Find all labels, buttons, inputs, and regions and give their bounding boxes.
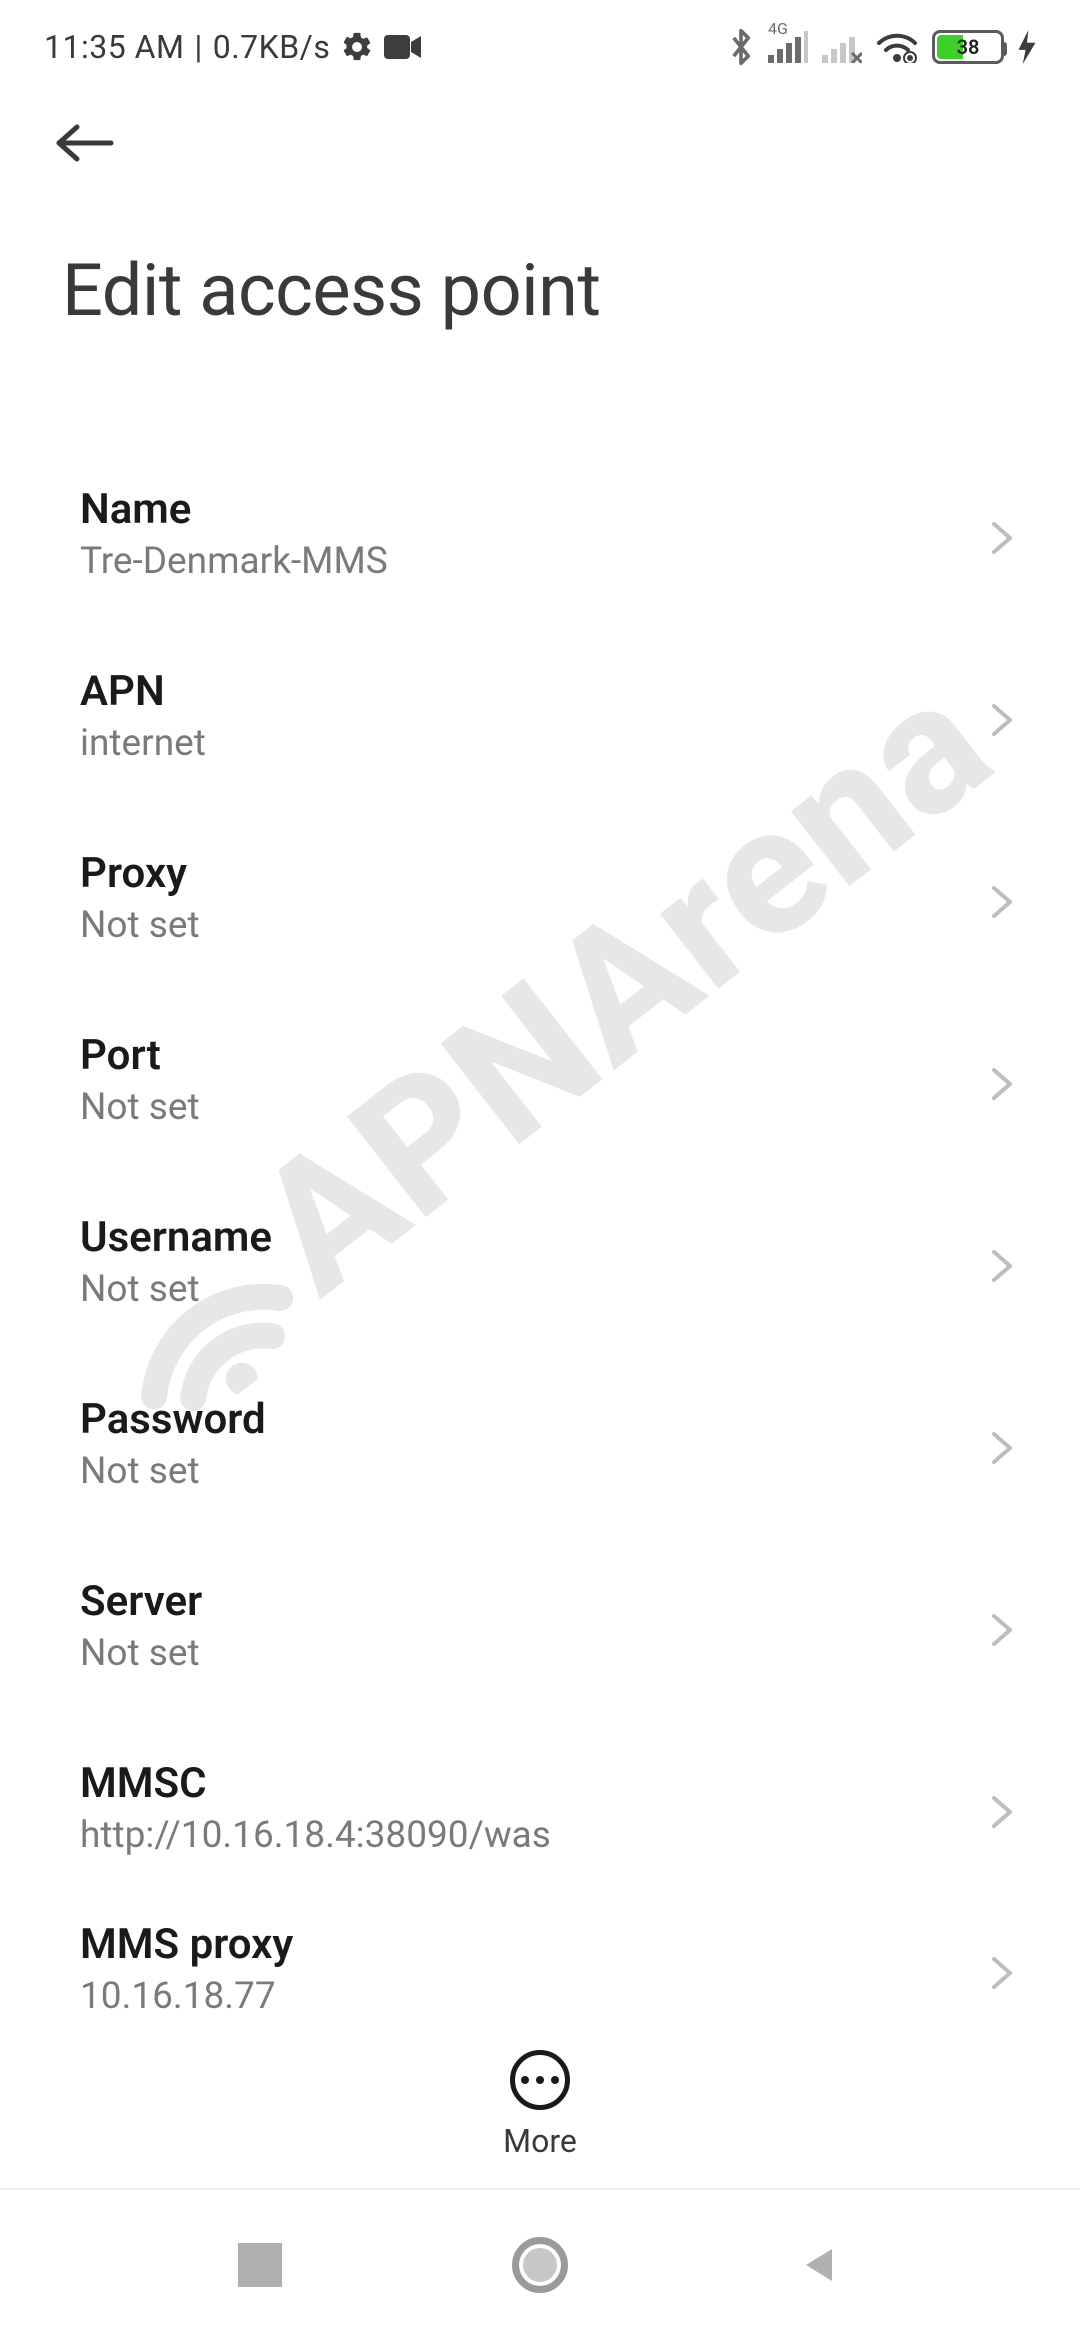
setting-value: http://10.16.18.4:38090/was	[80, 1814, 551, 1857]
chevron-right-icon	[988, 1428, 1020, 1460]
more-label: More	[503, 2122, 577, 2160]
network-4g-label: 4G	[768, 19, 788, 38]
setting-row-port[interactable]: Port Not set	[0, 989, 1080, 1171]
status-divider: |	[194, 28, 202, 66]
nav-back-button[interactable]	[790, 2235, 850, 2295]
chevron-right-icon	[988, 882, 1020, 914]
setting-row-username[interactable]: Username Not set	[0, 1171, 1080, 1353]
setting-label: MMSC	[80, 1759, 551, 1808]
setting-row-mmsc[interactable]: MMSC http://10.16.18.4:38090/was	[0, 1717, 1080, 1899]
nav-home-button[interactable]	[510, 2235, 570, 2295]
chevron-right-icon	[988, 1792, 1020, 1824]
more-menu[interactable]: More	[0, 2050, 1080, 2160]
setting-row-proxy[interactable]: Proxy Not set	[0, 807, 1080, 989]
setting-value: Not set	[80, 904, 200, 947]
chevron-right-icon	[988, 1953, 1020, 1985]
arrow-left-icon	[53, 121, 117, 165]
wifi-icon	[876, 31, 918, 63]
setting-label: Username	[80, 1213, 272, 1262]
chevron-right-icon	[988, 1246, 1020, 1278]
setting-row-apn[interactable]: APN internet	[0, 625, 1080, 807]
signal-no-sim-icon	[822, 31, 862, 63]
more-dots-icon	[510, 2050, 570, 2110]
nav-recents-button[interactable]	[230, 2235, 290, 2295]
charging-bolt-icon	[1018, 30, 1036, 64]
setting-label: Password	[80, 1395, 266, 1444]
video-camera-icon	[384, 33, 422, 61]
setting-label: APN	[80, 667, 206, 716]
header: Edit access point	[0, 78, 1080, 333]
setting-value: Not set	[80, 1086, 200, 1129]
settings-list: Name Tre-Denmark-MMS APN internet Proxy …	[0, 443, 1080, 2039]
battery-icon: 38	[932, 30, 1004, 64]
battery-cap	[1003, 42, 1007, 56]
setting-label: Port	[80, 1031, 200, 1080]
bluetooth-icon	[728, 27, 754, 67]
setting-label: Name	[80, 485, 388, 534]
gear-icon	[340, 30, 374, 64]
status-data-rate: 0.7KB/s	[213, 28, 331, 66]
setting-label: Server	[80, 1577, 202, 1626]
setting-value: Not set	[80, 1450, 266, 1493]
setting-value: Tre-Denmark-MMS	[80, 540, 388, 583]
setting-value: Not set	[80, 1632, 202, 1675]
status-time: 11:35 AM	[44, 28, 184, 66]
triangle-left-icon	[798, 2243, 842, 2287]
page-title: Edit access point	[62, 248, 1024, 333]
status-bar: 11:35 AM | 0.7KB/s 4G 38	[0, 0, 1080, 78]
setting-row-server[interactable]: Server Not set	[0, 1535, 1080, 1717]
setting-value: Not set	[80, 1268, 272, 1311]
circle-icon	[512, 2237, 568, 2293]
setting-row-password[interactable]: Password Not set	[0, 1353, 1080, 1535]
chevron-right-icon	[988, 1064, 1020, 1096]
setting-value: 10.16.18.77	[80, 1975, 293, 2018]
setting-label: MMS proxy	[80, 1920, 293, 1969]
nav-bar	[0, 2190, 1080, 2340]
setting-label: Proxy	[80, 849, 200, 898]
setting-value: internet	[80, 722, 206, 765]
back-button[interactable]	[50, 108, 120, 178]
status-left: 11:35 AM | 0.7KB/s	[44, 28, 422, 66]
chevron-right-icon	[988, 518, 1020, 550]
square-icon	[238, 2243, 282, 2287]
battery-percent: 38	[935, 35, 1001, 59]
chevron-right-icon	[988, 1610, 1020, 1642]
status-right: 4G 38	[728, 27, 1036, 67]
setting-row-mms-proxy[interactable]: MMS proxy 10.16.18.77	[0, 1899, 1080, 2039]
chevron-right-icon	[988, 700, 1020, 732]
signal-4g-icon: 4G	[768, 31, 808, 63]
setting-row-name[interactable]: Name Tre-Denmark-MMS	[0, 443, 1080, 625]
